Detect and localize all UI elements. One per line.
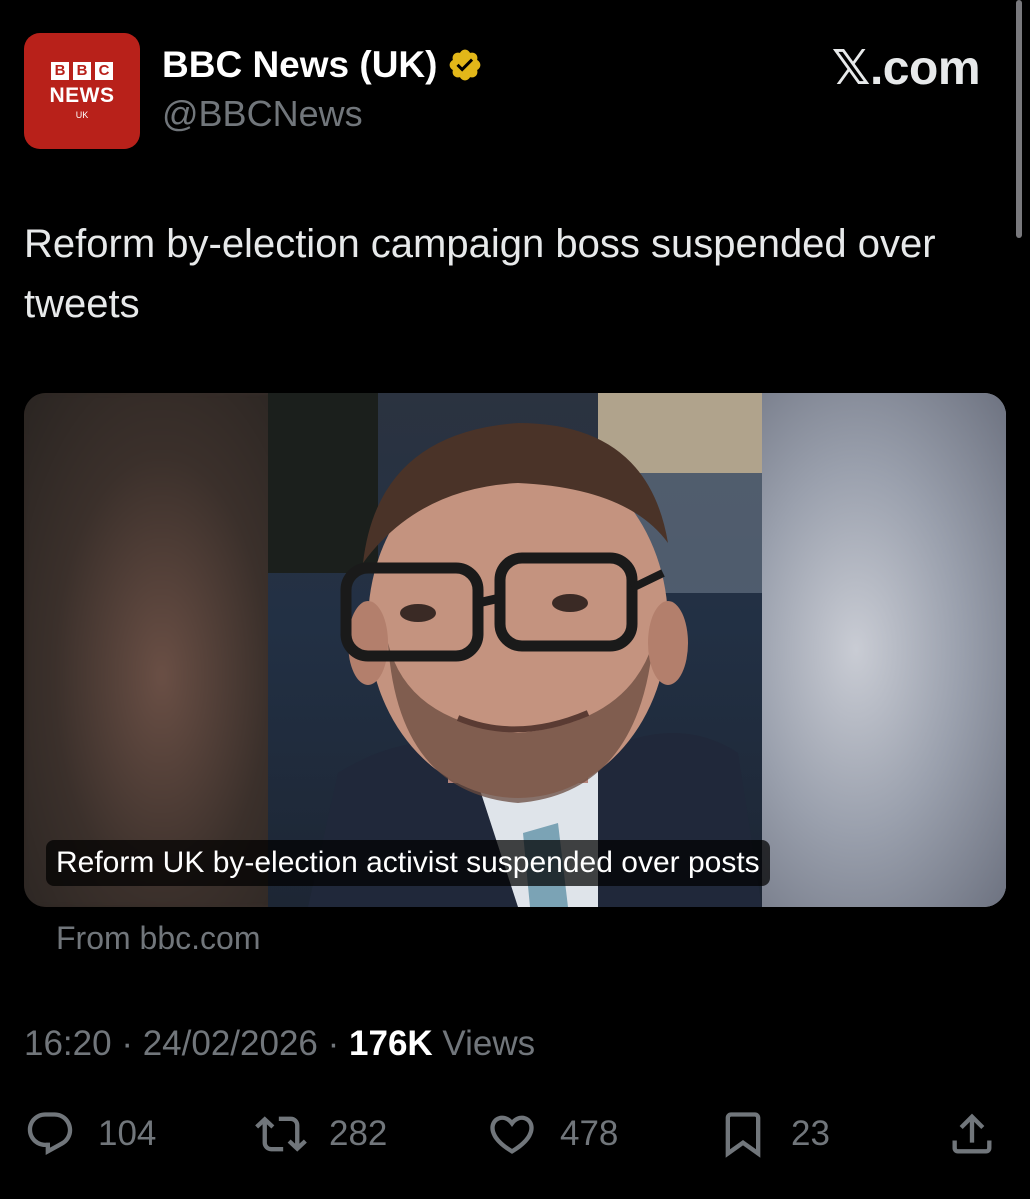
bbc-block-b2: B xyxy=(73,62,91,80)
share-button[interactable] xyxy=(946,1104,1020,1164)
heart-icon xyxy=(490,1115,534,1154)
like-count: 478 xyxy=(560,1114,619,1153)
bookmark-button[interactable]: 23 xyxy=(717,1104,830,1164)
reply-button[interactable]: 104 xyxy=(24,1104,156,1164)
avatar[interactable]: B B C NEWS UK xyxy=(24,33,140,149)
tweet-meta: 16:20 · 24/02/2026 · 176K Views xyxy=(24,1024,535,1064)
bbc-block-b1: B xyxy=(51,62,69,80)
like-button[interactable]: 478 xyxy=(486,1104,618,1164)
avatar-news-label: NEWS xyxy=(49,84,115,107)
author-handle[interactable]: @BBCNews xyxy=(162,93,363,135)
scrollbar[interactable] xyxy=(1016,0,1022,238)
author-name-text: BBC News (UK) xyxy=(162,44,438,85)
bookmark-count: 23 xyxy=(791,1114,830,1153)
repost-count: 282 xyxy=(329,1114,388,1153)
tweet-date[interactable]: 24/02/2026 xyxy=(143,1024,318,1063)
repost-button[interactable]: 282 xyxy=(255,1104,387,1164)
card-blur-left xyxy=(24,393,274,907)
tweet-text: Reform by-election campaign boss suspend… xyxy=(24,222,936,326)
card-source[interactable]: From bbc.com xyxy=(56,920,260,957)
tweet-time[interactable]: 16:20 xyxy=(24,1024,112,1063)
reply-icon xyxy=(27,1112,73,1156)
bbc-logo-blocks: B B C xyxy=(51,62,113,80)
card-blur-right xyxy=(756,393,1006,907)
card-caption: Reform UK by-election activist suspended… xyxy=(46,840,770,886)
views-count: 176K xyxy=(349,1024,433,1063)
avatar-uk-label: UK xyxy=(75,110,89,120)
link-card[interactable] xyxy=(24,393,1006,907)
repost-icon xyxy=(255,1116,307,1152)
views-label: Views xyxy=(442,1024,536,1063)
meta-separator: · xyxy=(327,1024,340,1063)
verified-badge-icon xyxy=(447,47,483,83)
bookmark-icon xyxy=(725,1112,761,1158)
author-display-name[interactable]: BBC News (UK) xyxy=(162,44,483,86)
bbc-block-c: C xyxy=(95,62,113,80)
x-brand-logo: 𝕏.com xyxy=(831,42,981,95)
meta-separator: · xyxy=(121,1024,133,1063)
action-bar: 104 282 478 23 xyxy=(0,1104,1030,1164)
reply-count: 104 xyxy=(98,1114,157,1153)
share-icon xyxy=(952,1113,992,1154)
card-photo xyxy=(268,393,762,907)
